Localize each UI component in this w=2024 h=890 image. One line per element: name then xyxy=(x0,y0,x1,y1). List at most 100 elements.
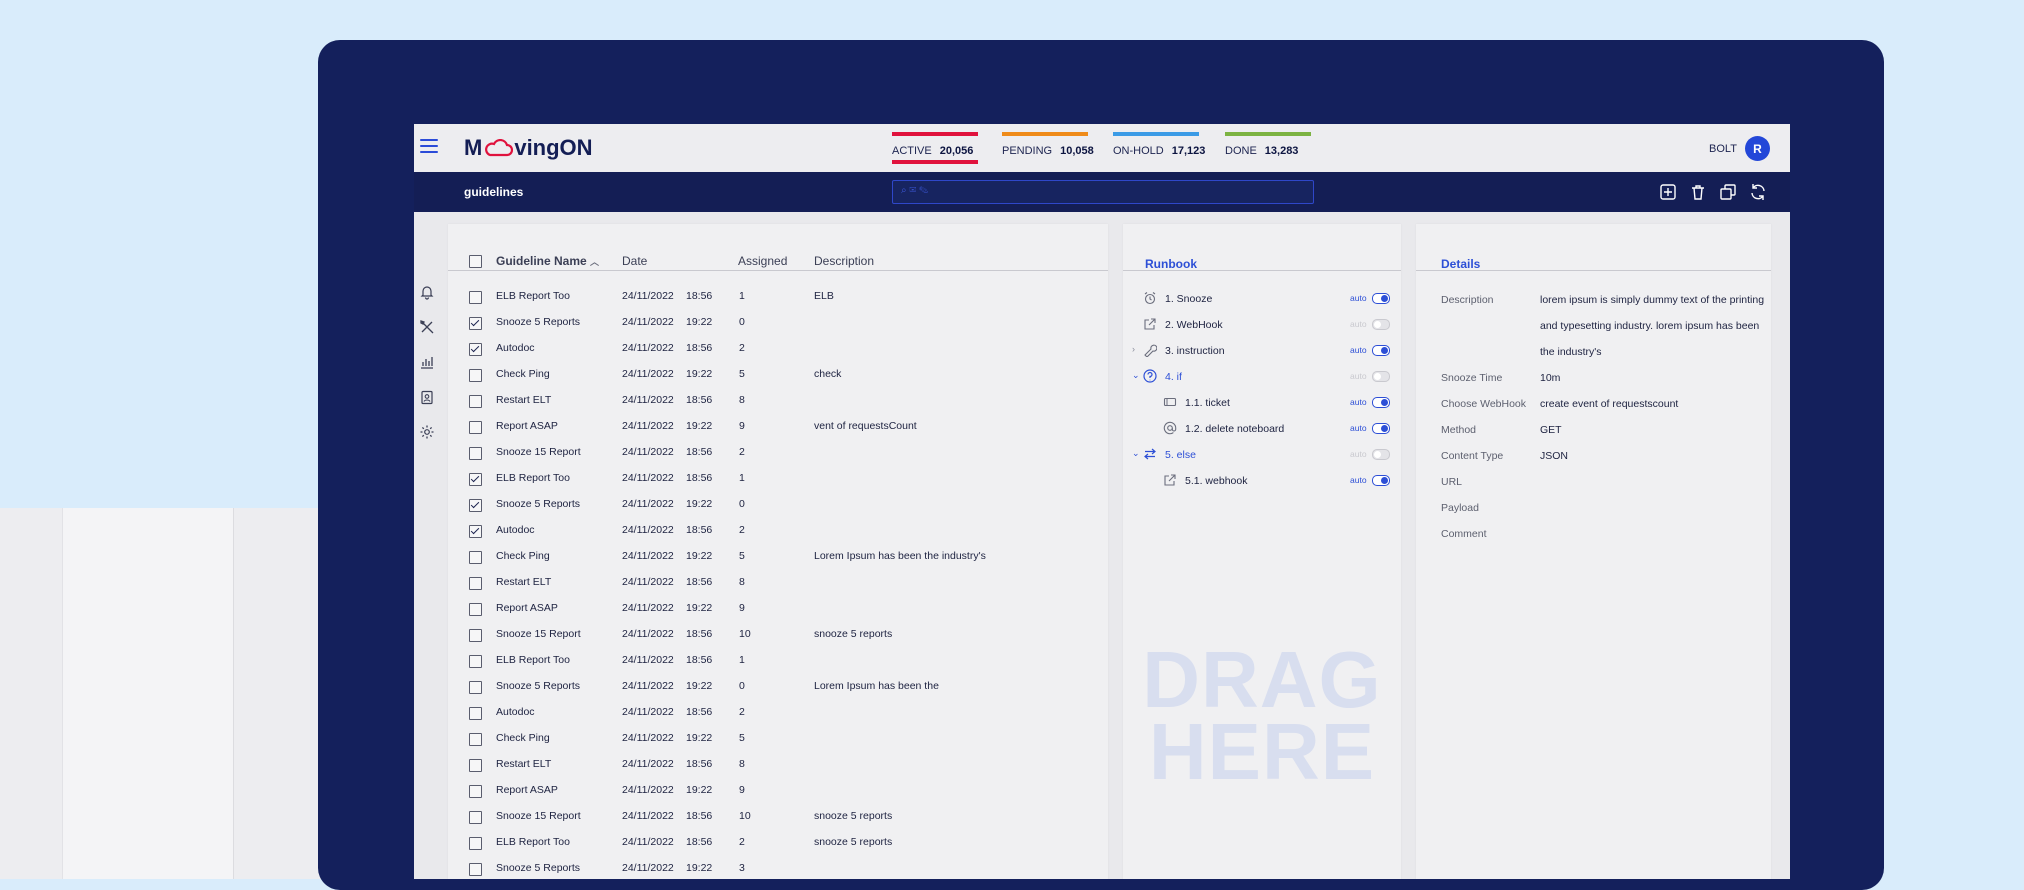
row-checkbox[interactable] xyxy=(469,837,482,850)
copy-icon[interactable] xyxy=(1719,183,1737,201)
row-checkbox[interactable] xyxy=(469,343,482,356)
auto-toggle[interactable] xyxy=(1372,449,1390,460)
table-row[interactable]: Snooze 15 Report 24/11/2022 18:56 10 sno… xyxy=(448,803,1108,829)
runbook-step[interactable]: ⌄ 4. if auto xyxy=(1123,364,1401,390)
row-checkbox[interactable] xyxy=(469,499,482,512)
row-checkbox[interactable] xyxy=(469,473,482,486)
status-tab-on-hold[interactable]: ON-HOLD 17,123 xyxy=(1113,132,1205,164)
table-row[interactable]: Snooze 15 Report 24/11/2022 18:56 2 xyxy=(448,439,1108,465)
table-row[interactable]: Check Ping 24/11/2022 19:22 5 xyxy=(448,725,1108,751)
add-square-icon[interactable] xyxy=(1659,183,1677,201)
status-tab-done[interactable]: DONE 13,283 xyxy=(1225,132,1311,164)
row-checkbox[interactable] xyxy=(469,759,482,772)
table-row[interactable]: Restart ELT 24/11/2022 18:56 8 xyxy=(448,569,1108,595)
auto-toggle[interactable] xyxy=(1372,397,1390,408)
column-header-description[interactable]: Description xyxy=(814,254,874,268)
row-checkbox[interactable] xyxy=(469,629,482,642)
auto-toggle[interactable] xyxy=(1372,345,1390,356)
row-checkbox[interactable] xyxy=(469,811,482,824)
runbook-step[interactable]: 1.1. ticket auto xyxy=(1123,390,1401,416)
details-title: Details xyxy=(1441,257,1481,271)
row-time: 18:56 xyxy=(686,342,713,354)
row-checkbox[interactable] xyxy=(469,863,482,876)
table-row[interactable]: Snooze 15 Report 24/11/2022 18:56 10 sno… xyxy=(448,621,1108,647)
table-row[interactable]: Restart ELT 24/11/2022 18:56 8 xyxy=(448,387,1108,413)
table-row[interactable]: Autodoc 24/11/2022 18:56 2 xyxy=(448,699,1108,725)
row-checkbox[interactable] xyxy=(469,447,482,460)
row-time: 19:22 xyxy=(686,680,713,692)
auto-toggle[interactable] xyxy=(1372,293,1390,304)
table-row[interactable]: Check Ping 24/11/2022 19:22 5 Lorem Ipsu… xyxy=(448,543,1108,569)
row-checkbox[interactable] xyxy=(469,369,482,382)
sort-ascending-icon: ︿ xyxy=(590,257,600,267)
row-date: 24/11/2022 xyxy=(622,498,674,510)
bar-chart-icon[interactable] xyxy=(419,354,435,370)
column-header-date[interactable]: Date xyxy=(622,254,647,268)
row-checkbox[interactable] xyxy=(469,577,482,590)
runbook-step[interactable]: 2. WebHook auto xyxy=(1123,312,1401,338)
runbook-step[interactable]: ⌄ 5. else auto xyxy=(1123,442,1401,468)
auto-toggle[interactable] xyxy=(1372,371,1390,382)
trash-icon[interactable] xyxy=(1689,183,1707,201)
expand-caret-icon[interactable]: ⌄ xyxy=(1132,370,1140,381)
row-checkbox[interactable] xyxy=(469,707,482,720)
table-row[interactable]: ELB Report Too 24/11/2022 18:56 2 snooze… xyxy=(448,829,1108,855)
at-sign-icon xyxy=(1163,421,1177,435)
row-assigned: 2 xyxy=(739,446,745,458)
runbook-step[interactable]: 1.2. delete noteboard auto xyxy=(1123,416,1401,442)
table-row[interactable]: Snooze 5 Reports 24/11/2022 19:22 3 xyxy=(448,855,1108,879)
clipboard-user-icon[interactable] xyxy=(419,389,435,405)
search-input[interactable]: ⌕ ✉ ✎ xyxy=(892,180,1314,204)
active-underline xyxy=(892,160,978,164)
row-time: 18:56 xyxy=(686,524,713,536)
table-row[interactable]: Restart ELT 24/11/2022 18:56 8 xyxy=(448,751,1108,777)
row-checkbox[interactable] xyxy=(469,421,482,434)
tools-icon[interactable] xyxy=(419,319,435,335)
runbook-step[interactable]: 1. Snooze auto xyxy=(1123,286,1401,312)
column-header-name[interactable]: Guideline Name ︿ xyxy=(496,254,599,268)
status-tab-pending[interactable]: PENDING 10,058 xyxy=(1002,132,1094,164)
row-checkbox[interactable] xyxy=(469,655,482,668)
expand-caret-icon[interactable]: ⌄ xyxy=(1132,448,1140,459)
row-checkbox[interactable] xyxy=(469,551,482,564)
table-row[interactable]: Report ASAP 24/11/2022 19:22 9 xyxy=(448,595,1108,621)
avatar[interactable]: R xyxy=(1745,136,1770,161)
expand-caret-icon[interactable]: › xyxy=(1132,344,1135,354)
table-row[interactable]: Autodoc 24/11/2022 18:56 2 xyxy=(448,335,1108,361)
bell-icon[interactable] xyxy=(419,284,435,300)
gear-icon[interactable] xyxy=(419,424,435,440)
select-all-checkbox[interactable] xyxy=(469,255,482,268)
step-label: 1. Snooze xyxy=(1165,293,1213,305)
table-row[interactable]: Snooze 5 Reports 24/11/2022 19:22 0 Lore… xyxy=(448,673,1108,699)
column-header-assigned[interactable]: Assigned xyxy=(738,254,787,268)
row-name: Restart ELT xyxy=(496,394,552,406)
refresh-icon[interactable] xyxy=(1749,183,1767,201)
row-checkbox[interactable] xyxy=(469,681,482,694)
auto-toggle[interactable] xyxy=(1372,423,1390,434)
auto-toggle[interactable] xyxy=(1372,319,1390,330)
auto-toggle[interactable] xyxy=(1372,475,1390,486)
row-checkbox[interactable] xyxy=(469,733,482,746)
table-row[interactable]: Check Ping 24/11/2022 19:22 5 check xyxy=(448,361,1108,387)
table-row[interactable]: ELB Report Too 24/11/2022 18:56 1 xyxy=(448,465,1108,491)
runbook-step[interactable]: 5.1. webhook auto xyxy=(1123,468,1401,494)
row-checkbox[interactable] xyxy=(469,785,482,798)
row-time: 19:22 xyxy=(686,368,713,380)
row-checkbox[interactable] xyxy=(469,291,482,304)
table-row[interactable]: Snooze 5 Reports 24/11/2022 19:22 0 xyxy=(448,491,1108,517)
hamburger-menu-icon[interactable] xyxy=(420,139,438,153)
table-row[interactable]: Report ASAP 24/11/2022 19:22 9 vent of r… xyxy=(448,413,1108,439)
row-checkbox[interactable] xyxy=(469,525,482,538)
status-tab-active[interactable]: ACTIVE 20,056 xyxy=(892,132,978,164)
row-checkbox[interactable] xyxy=(469,317,482,330)
table-row[interactable]: Snooze 5 Reports 24/11/2022 19:22 0 xyxy=(448,309,1108,335)
auto-label: auto xyxy=(1350,449,1367,459)
sub-bar: guidelines ⌕ ✉ ✎ xyxy=(414,172,1790,212)
table-row[interactable]: ELB Report Too 24/11/2022 18:56 1 xyxy=(448,647,1108,673)
table-row[interactable]: Autodoc 24/11/2022 18:56 2 xyxy=(448,517,1108,543)
table-row[interactable]: Report ASAP 24/11/2022 19:22 9 xyxy=(448,777,1108,803)
row-checkbox[interactable] xyxy=(469,603,482,616)
table-row[interactable]: ELB Report Too 24/11/2022 18:56 1 ELB xyxy=(448,283,1108,309)
runbook-step[interactable]: › 3. instruction auto xyxy=(1123,338,1401,364)
row-checkbox[interactable] xyxy=(469,395,482,408)
